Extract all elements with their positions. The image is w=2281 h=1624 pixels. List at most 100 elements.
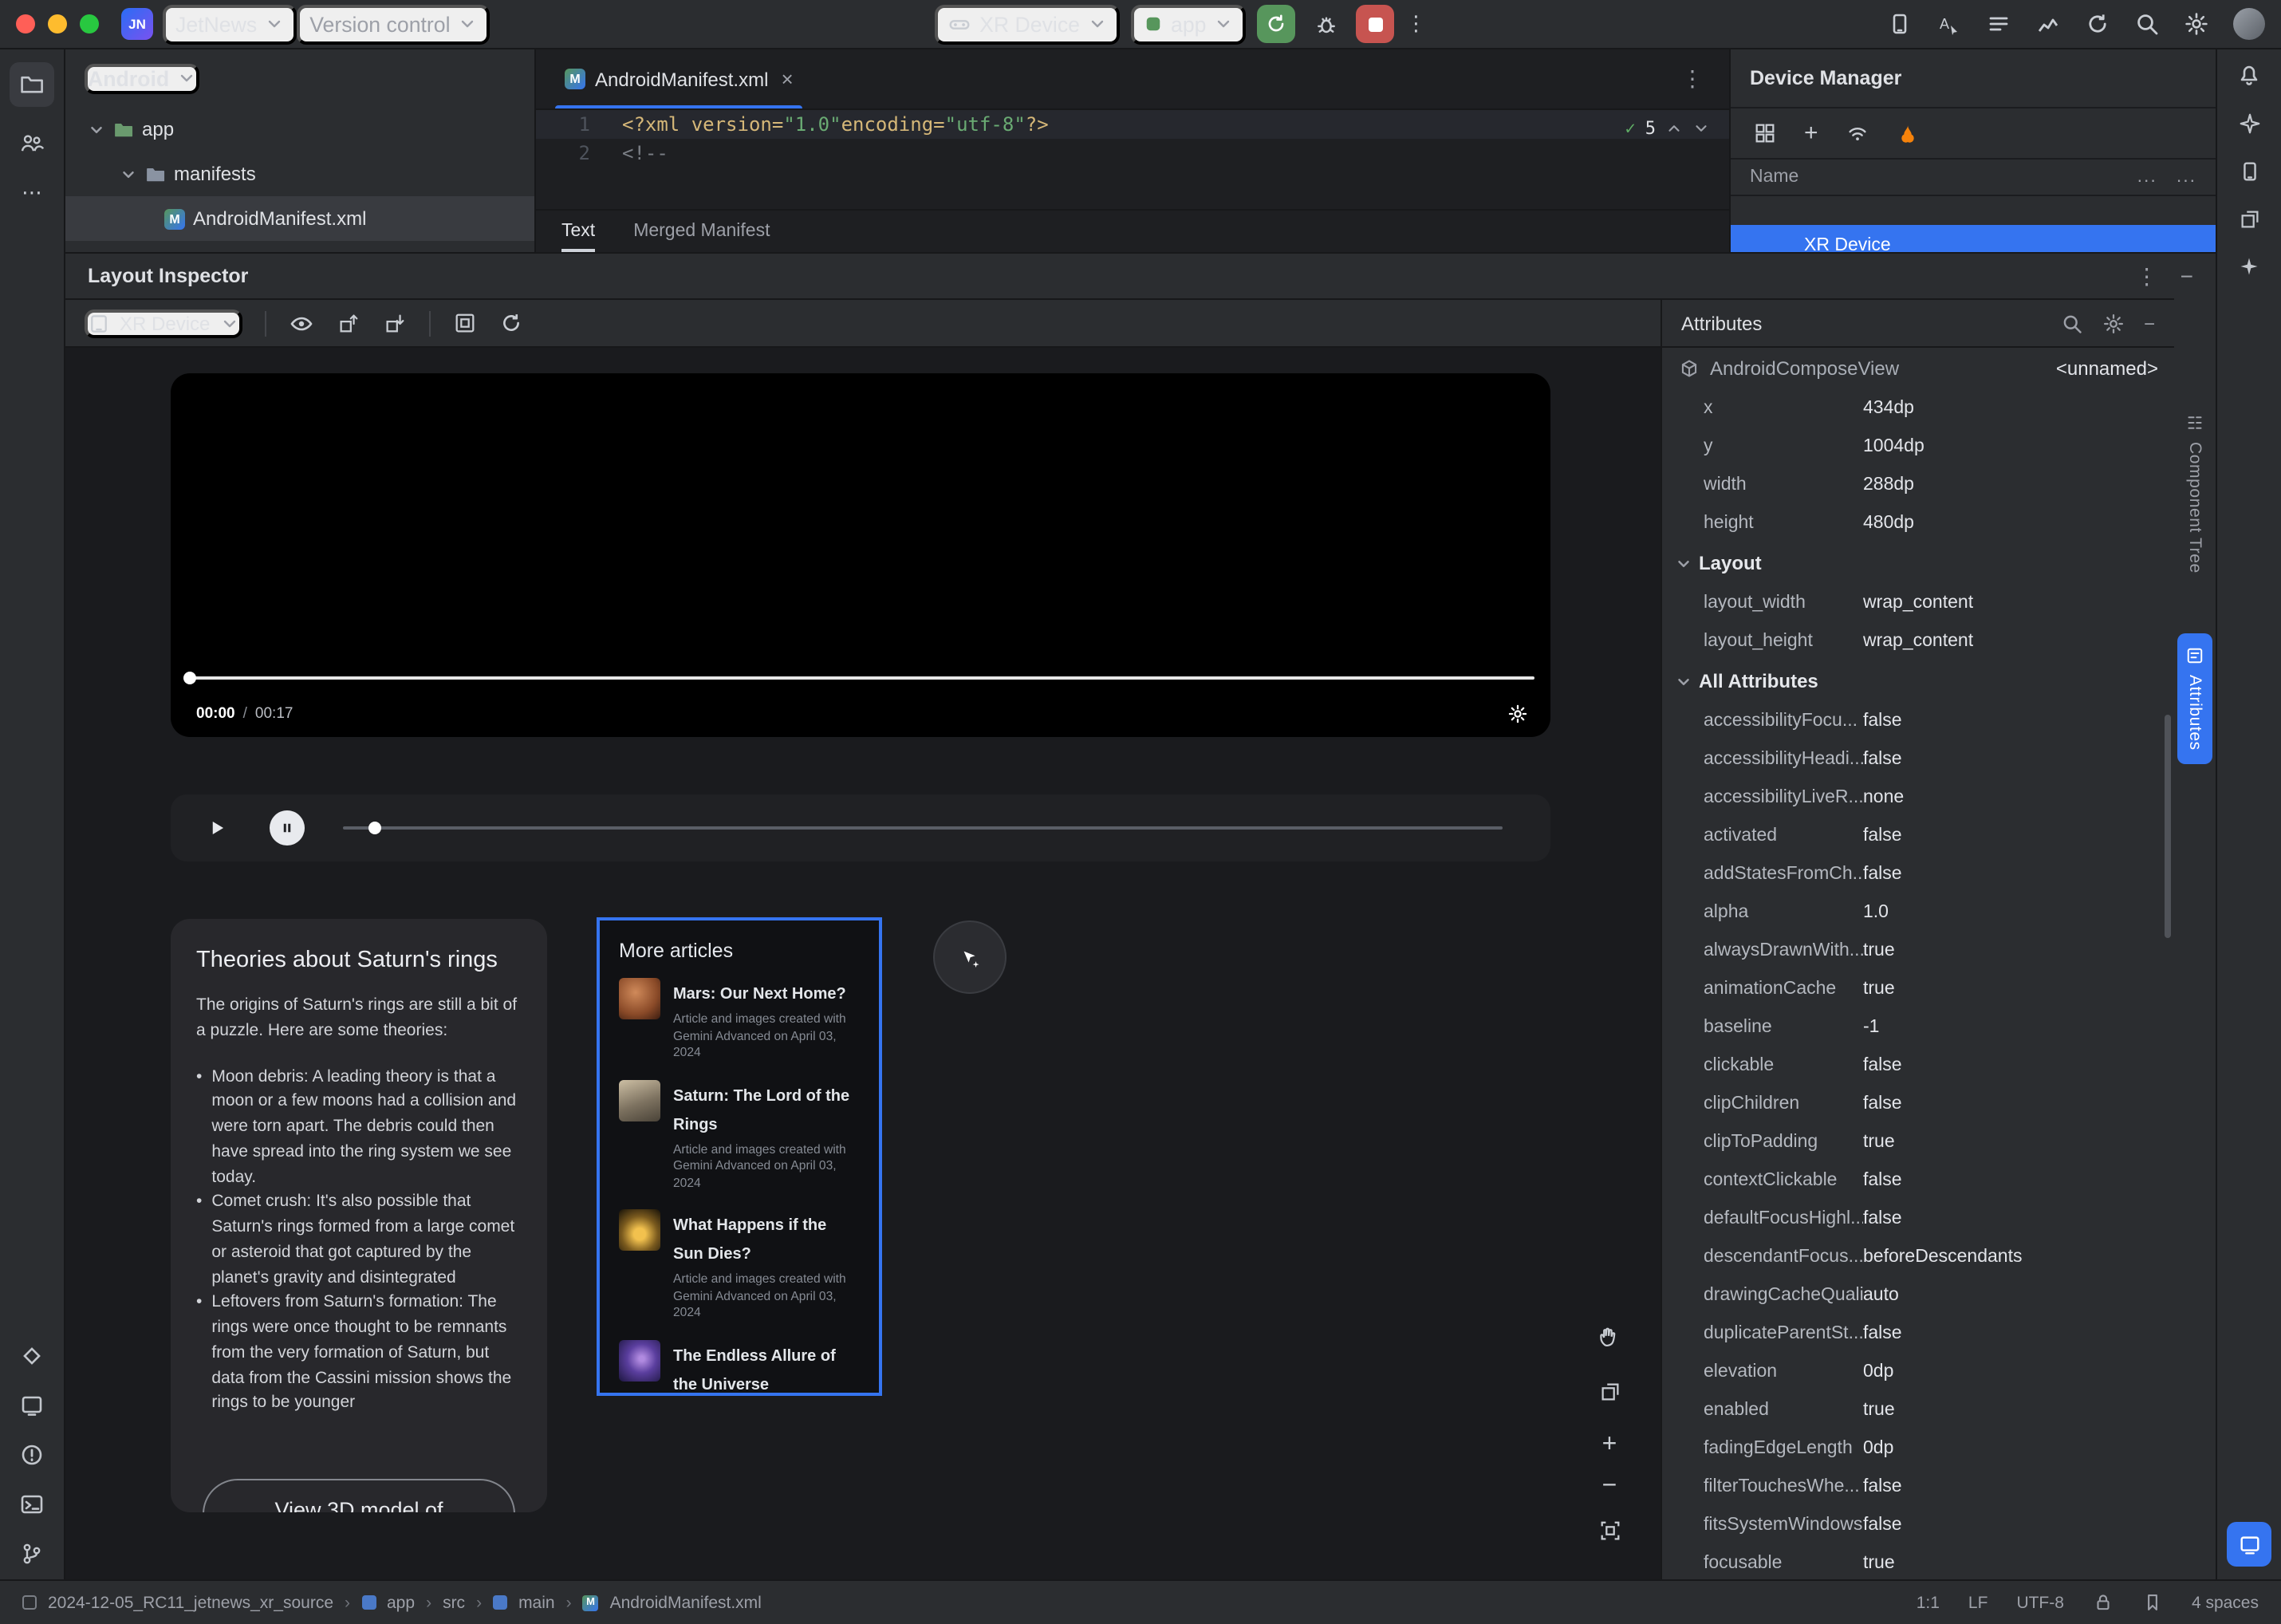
attribute-row[interactable]: clickable false [1662,1047,2174,1085]
attribute-row[interactable]: accessibilityLiveR... none [1662,778,2174,817]
video-player-component[interactable]: 00:00 / 00:17 [171,373,1550,737]
firebase-icon[interactable] [1897,122,1919,144]
attribute-row[interactable]: accessibilityHeadi... false [1662,740,2174,778]
attribute-row[interactable]: clipToPadding true [1662,1123,2174,1161]
todo-list-icon[interactable] [1986,11,2011,37]
attributes-list[interactable]: AndroidComposeView <unnamed> x 434dp y 100… [1662,348,2174,1579]
device-row-xr-device[interactable]: XR Device [1731,225,2216,252]
attribute-row[interactable]: layout_width wrap_content [1662,584,2174,622]
git-branch-icon[interactable] [19,1541,45,1567]
column-options-icon[interactable]: ... [2137,168,2157,187]
tab-component-tree[interactable]: Component Tree [2177,400,2212,586]
video-settings-gear-icon[interactable] [1507,704,1528,724]
attribute-row[interactable]: fadingEdgeLength 0dp [1662,1429,2174,1468]
attribute-row[interactable]: animationCache true [1662,970,2174,1008]
settings-gear-icon[interactable] [2184,11,2209,37]
search-icon[interactable] [2061,312,2083,334]
user-avatar[interactable] [2233,8,2265,40]
project-menu[interactable]: JetNews [163,4,297,44]
dependencies-icon[interactable] [19,1343,45,1369]
hide-panel-icon[interactable]: − [2144,312,2155,334]
breadcrumb-item[interactable]: src [443,1593,465,1612]
mode-3d-button[interactable] [1589,1370,1630,1412]
resource-manager-icon[interactable] [2237,207,2261,231]
article-item[interactable]: What Happens if the Sun Dies? Article and… [619,1209,860,1322]
device-mirror-icon[interactable] [1887,11,1913,37]
rerun-button[interactable] [1257,5,1296,43]
audio-player-component[interactable] [171,794,1550,861]
attribute-row[interactable]: width 288dp [1662,466,2174,504]
readonly-lock-icon[interactable] [2093,1592,2114,1613]
device-selector[interactable]: XR Device [935,4,1120,44]
more-actions-button[interactable]: ⋮ [1406,11,1427,37]
audio-seek-slider[interactable] [343,821,1503,834]
editor-tab-androidmanifest[interactable]: M AndroidManifest.xml × [549,49,810,108]
attribute-row[interactable]: descendantFocus... beforeDescendants [1662,1238,2174,1276]
saturn-theories-card[interactable]: Theories about Saturn's rings The origin… [171,919,547,1512]
section-all-attributes[interactable]: All Attributes [1662,660,2174,702]
view-options-eye-icon[interactable] [288,310,313,336]
tab-attributes[interactable]: Attributes [2177,633,2212,764]
tab-text[interactable]: Text [561,211,596,252]
terminal-icon[interactable] [19,1492,45,1517]
hide-panel-icon[interactable]: − [2181,262,2193,290]
project-view-selector[interactable]: Android [85,63,200,93]
attribute-row[interactable]: defaultFocusHighl... false [1662,1200,2174,1238]
attribute-row[interactable]: contextClickable false [1662,1161,2174,1200]
tree-item-app[interactable]: app [65,107,534,152]
logcat-icon[interactable] [19,1393,45,1418]
close-tab-icon[interactable]: × [781,67,793,91]
chevron-up-icon[interactable] [1665,119,1683,136]
line-separator-indicator[interactable]: LF [1968,1593,1988,1612]
import-snapshot-icon[interactable] [382,311,406,335]
attribute-row[interactable]: accessibilityFocu... false [1662,702,2174,740]
run-configuration-selector[interactable]: app [1131,4,1247,44]
code-area[interactable]: 1 <?xml version= "1.0" encoding= "utf-8" ?>… [536,110,1729,209]
article-item[interactable]: Mars: Our Next Home? Article and images c… [619,978,860,1062]
attribute-row[interactable]: alwaysDrawnWith... true [1662,932,2174,970]
project-tool-button[interactable] [10,62,54,107]
attribute-row[interactable]: focusable true [1662,1544,2174,1579]
stop-button[interactable] [1356,5,1395,43]
name-column-header[interactable]: Name [1750,168,1798,187]
audio-slider-knob[interactable] [368,821,381,834]
breadcrumb-item[interactable]: AndroidManifest.xml [610,1593,762,1612]
attribute-row[interactable]: duplicateParentSt... false [1662,1315,2174,1353]
breadcrumb-item[interactable]: main [518,1593,555,1612]
attribute-row[interactable]: enabled true [1662,1391,2174,1429]
attribute-row[interactable]: elevation 0dp [1662,1353,2174,1391]
play-icon[interactable] [206,817,228,839]
attribute-row[interactable]: addStatesFromCh... false [1662,855,2174,893]
more-articles-card-selected[interactable]: More articles Mars: Our Next Home? Articl… [597,917,882,1396]
inspections-widget[interactable]: ✓ 5 [1625,113,1711,142]
section-layout[interactable]: Layout [1662,542,2174,584]
indent-indicator[interactable]: 4 spaces [2192,1593,2259,1612]
add-device-button[interactable]: + [1804,120,1818,147]
attribute-row[interactable]: baseline -1 [1662,1008,2174,1047]
bookmark-icon[interactable] [2142,1592,2163,1613]
pull-requests-icon[interactable] [19,131,45,156]
profiler-icon[interactable] [2035,11,2061,37]
vcs-menu[interactable]: Version control [297,4,490,44]
attribute-row[interactable]: filterTouchesWhe... false [1662,1468,2174,1506]
gemini-icon[interactable] [2238,255,2260,278]
pause-button[interactable] [270,810,305,846]
attribute-row[interactable]: height 480dp [1662,504,2174,542]
attribute-row[interactable]: fitsSystemWindows false [1662,1506,2174,1544]
zoom-out-button[interactable]: − [1589,1466,1630,1508]
minimize-window-button[interactable] [48,14,67,34]
attribute-row[interactable]: layout_height wrap_content [1662,622,2174,660]
article-item[interactable]: Saturn: The Lord of the Rings Article and… [619,1079,860,1192]
zoom-fit-button[interactable] [1589,1509,1630,1551]
device-manager-icon[interactable] [2237,160,2261,183]
tree-item-androidmanifest[interactable]: M AndroidManifest.xml [65,196,534,241]
tab-merged-manifest[interactable]: Merged Manifest [633,211,770,252]
attribute-row[interactable]: x 434dp [1662,389,2174,428]
debug-button[interactable] [1307,5,1345,43]
article-item[interactable]: The Endless Allure of the UniverseArticl… [619,1339,860,1393]
zoom-window-button[interactable] [80,14,99,34]
video-progress-knob[interactable] [183,672,196,684]
component-header[interactable]: AndroidComposeView <unnamed> [1662,348,2174,389]
file-encoding-indicator[interactable]: UTF-8 [2016,1593,2064,1612]
problems-icon[interactable] [19,1442,45,1468]
